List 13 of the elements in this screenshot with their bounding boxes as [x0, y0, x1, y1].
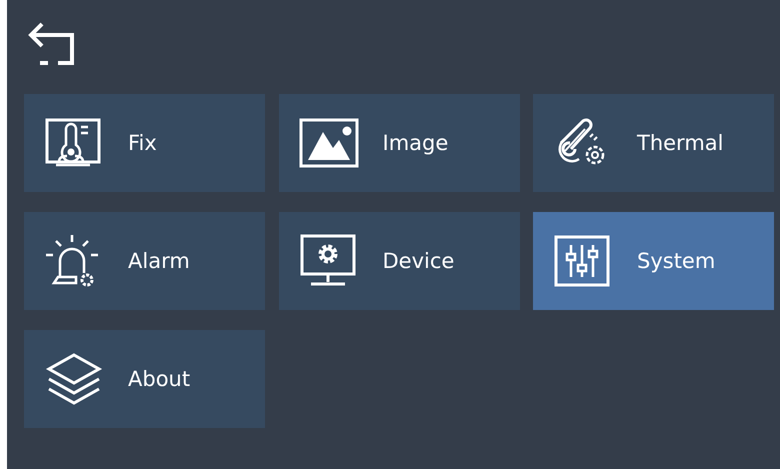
monitor-gear-icon [298, 234, 356, 288]
sliders-icon [553, 234, 611, 288]
menu-tile[interactable]: Device [278, 212, 520, 310]
alarm-light-icon [44, 233, 100, 289]
image-icon [298, 118, 358, 168]
menu-tile[interactable]: Fix [24, 94, 265, 192]
menu-tile[interactable]: About [24, 330, 265, 428]
layers-icon [44, 352, 104, 406]
menu-tile[interactable]: Thermal [533, 94, 774, 192]
menu-tile[interactable]: System [533, 212, 774, 310]
menu-tile[interactable]: Alarm [24, 212, 265, 310]
thermometer-icon [44, 117, 102, 169]
menu-tile[interactable]: Image [278, 94, 520, 192]
